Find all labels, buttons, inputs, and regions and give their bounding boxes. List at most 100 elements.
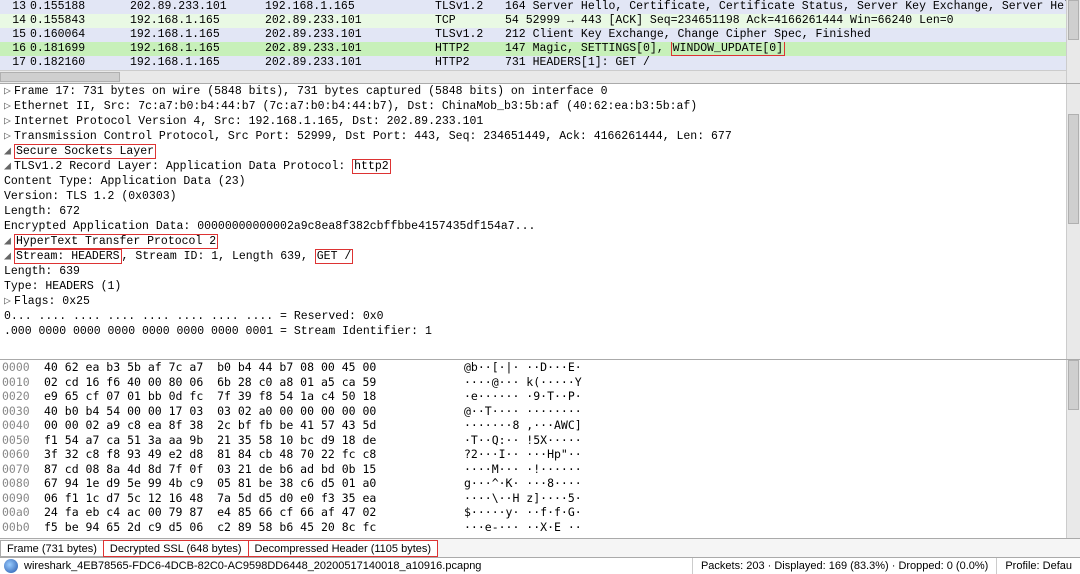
tab-frame-bytes[interactable]: Frame (731 bytes) bbox=[0, 540, 104, 557]
packet-list-hscroll[interactable] bbox=[0, 70, 1066, 83]
hex-offset: 0070 bbox=[0, 462, 44, 477]
expand-icon[interactable]: ▷ bbox=[4, 294, 14, 309]
tree-http2-sid[interactable]: .000 0000 0000 0000 0000 0000 0000 0001 … bbox=[0, 324, 1080, 339]
hex-row[interactable]: 00603f 32 c8 f8 93 49 e2 d8 81 84 cb 48 … bbox=[0, 447, 1080, 462]
hex-offset: 0060 bbox=[0, 447, 44, 462]
tree-ip[interactable]: ▷Internet Protocol Version 4, Src: 192.1… bbox=[0, 114, 1080, 129]
hex-ascii: $·····y· ··f·f·G· bbox=[464, 505, 582, 520]
col-time: 0.182160 bbox=[28, 56, 128, 70]
tree-http2[interactable]: ◢HyperText Transfer Protocol 2 bbox=[0, 234, 1080, 249]
hex-bytes: 24 fa eb c4 ac 00 79 87 e4 85 66 cf 66 a… bbox=[44, 505, 464, 520]
expand-icon[interactable]: ▷ bbox=[4, 99, 14, 114]
packet-list-vscroll[interactable] bbox=[1066, 0, 1080, 83]
hex-ascii: ·······8 ,···AWC] bbox=[464, 418, 582, 433]
hex-vscroll[interactable] bbox=[1066, 360, 1080, 538]
hex-offset: 0040 bbox=[0, 418, 44, 433]
hex-ascii: ·T··Q:·· !5X····· bbox=[464, 433, 582, 448]
packet-row[interactable]: 140.155843192.168.1.165202.89.233.101TCP… bbox=[0, 14, 1080, 28]
expert-info-icon[interactable] bbox=[4, 559, 18, 573]
tree-label: , Stream ID: 1, Length 639, bbox=[122, 250, 315, 263]
packet-row[interactable]: 170.182160192.168.1.165202.89.233.101HTT… bbox=[0, 56, 1080, 70]
tree-ssl-ct[interactable]: Content Type: Application Data (23) bbox=[0, 174, 1080, 189]
hex-row[interactable]: 003040 b0 b4 54 00 00 17 03 03 02 a0 00 … bbox=[0, 404, 1080, 419]
hex-row[interactable]: 0020e9 65 cf 07 01 bb 0d fc 7f 39 f8 54 … bbox=[0, 389, 1080, 404]
hex-row[interactable]: 007087 cd 08 8a 4d 8d 7f 0f 03 21 de b6 … bbox=[0, 462, 1080, 477]
collapse-icon[interactable]: ◢ bbox=[4, 144, 14, 159]
status-bar: wireshark_4EB78565-FDC6-4DCB-82C0-AC9598… bbox=[0, 557, 1080, 574]
status-profile[interactable]: Profile: Defau bbox=[996, 558, 1080, 574]
col-time: 0.155843 bbox=[28, 14, 128, 28]
tree-ethernet[interactable]: ▷Ethernet II, Src: 7c:a7:b0:b4:44:b7 (7c… bbox=[0, 99, 1080, 114]
hex-offset: 00b0 bbox=[0, 520, 44, 535]
packet-list-pane[interactable]: 130.155188202.89.233.101192.168.1.165TLS… bbox=[0, 0, 1080, 84]
col-time: 0.181699 bbox=[28, 42, 128, 56]
col-info: 212 Client Key Exchange, Change Cipher S… bbox=[503, 28, 1080, 42]
tree-http2-flags[interactable]: ▷Flags: 0x25 bbox=[0, 294, 1080, 309]
hex-row[interactable]: 000040 62 ea b3 5b af 7c a7 b0 b4 44 b7 … bbox=[0, 360, 1080, 375]
col-dst: 202.89.233.101 bbox=[263, 14, 433, 28]
tree-tcp[interactable]: ▷Transmission Control Protocol, Src Port… bbox=[0, 129, 1080, 144]
expand-icon[interactable]: ▷ bbox=[4, 129, 14, 144]
tree-http2-stream[interactable]: ◢Stream: HEADERS, Stream ID: 1, Length 6… bbox=[0, 249, 1080, 264]
collapse-icon[interactable]: ◢ bbox=[4, 159, 14, 174]
details-vscroll[interactable] bbox=[1066, 84, 1080, 359]
hex-ascii: @··T···· ········ bbox=[464, 404, 582, 419]
scroll-thumb[interactable] bbox=[1068, 0, 1079, 40]
tree-http2-len[interactable]: Length: 639 bbox=[0, 264, 1080, 279]
status-packet-counts: Packets: 203 · Displayed: 169 (83.3%) · … bbox=[692, 558, 996, 574]
tree-ssl-len[interactable]: Length: 672 bbox=[0, 204, 1080, 219]
hex-row[interactable]: 00b0f5 be 94 65 2d c9 d5 06 c2 89 58 b6 … bbox=[0, 520, 1080, 535]
tree-ssl-record[interactable]: ◢TLSv1.2 Record Layer: Application Data … bbox=[0, 159, 1080, 174]
packet-list-table[interactable]: 130.155188202.89.233.101192.168.1.165TLS… bbox=[0, 0, 1080, 70]
col-dst: 202.89.233.101 bbox=[263, 28, 433, 42]
packet-details-pane[interactable]: ▷Frame 17: 731 bytes on wire (5848 bits)… bbox=[0, 84, 1080, 360]
tree-ssl-ver[interactable]: Version: TLS 1.2 (0x0303) bbox=[0, 189, 1080, 204]
hex-row[interactable]: 009006 f1 1c d7 5c 12 16 48 7a 5d d5 d0 … bbox=[0, 491, 1080, 506]
tree-highlight: http2 bbox=[352, 159, 391, 174]
col-info: 54 52999 → 443 [ACK] Seq=234651198 Ack=4… bbox=[503, 14, 1080, 28]
collapse-icon[interactable]: ◢ bbox=[4, 234, 14, 249]
scroll-thumb[interactable] bbox=[0, 72, 120, 82]
col-num: 14 bbox=[0, 14, 28, 28]
hex-dump-pane[interactable]: 000040 62 ea b3 5b af 7c a7 b0 b4 44 b7 … bbox=[0, 360, 1080, 538]
tree-label: Frame 17: 731 bytes on wire (5848 bits),… bbox=[14, 85, 608, 98]
hex-row[interactable]: 001002 cd 16 f6 40 00 80 06 6b 28 c0 a8 … bbox=[0, 375, 1080, 390]
tree-highlight: Stream: HEADERS bbox=[14, 249, 122, 264]
col-time: 0.155188 bbox=[28, 0, 128, 14]
col-src: 192.168.1.165 bbox=[128, 28, 263, 42]
packet-row[interactable]: 160.181699192.168.1.165202.89.233.101HTT… bbox=[0, 42, 1080, 56]
hex-row[interactable]: 00a024 fa eb c4 ac 00 79 87 e4 85 66 cf … bbox=[0, 505, 1080, 520]
tab-decrypted-ssl[interactable]: Decrypted SSL (648 bytes) bbox=[103, 540, 249, 557]
packet-row[interactable]: 150.160064192.168.1.165202.89.233.101TLS… bbox=[0, 28, 1080, 42]
expand-icon[interactable]: ▷ bbox=[4, 84, 14, 99]
hex-offset: 0050 bbox=[0, 433, 44, 448]
hex-offset: 00a0 bbox=[0, 505, 44, 520]
col-proto: TCP bbox=[433, 14, 503, 28]
tree-ssl[interactable]: ◢Secure Sockets Layer bbox=[0, 144, 1080, 159]
packet-row[interactable]: 130.155188202.89.233.101192.168.1.165TLS… bbox=[0, 0, 1080, 14]
tree-highlight: GET / bbox=[315, 249, 354, 264]
tab-decompressed-header[interactable]: Decompressed Header (1105 bytes) bbox=[248, 540, 439, 557]
hex-row[interactable]: 008067 94 1e d9 5e 99 4b c9 05 81 be 38 … bbox=[0, 476, 1080, 491]
col-proto: HTTP2 bbox=[433, 56, 503, 70]
col-proto: TLSv1.2 bbox=[433, 28, 503, 42]
hex-row[interactable]: 0050f1 54 a7 ca 51 3a aa 9b 21 35 58 10 … bbox=[0, 433, 1080, 448]
hex-offset: 0010 bbox=[0, 375, 44, 390]
hex-bytes: 40 b0 b4 54 00 00 17 03 03 02 a0 00 00 0… bbox=[44, 404, 464, 419]
tree-frame[interactable]: ▷Frame 17: 731 bytes on wire (5848 bits)… bbox=[0, 84, 1080, 99]
col-num: 17 bbox=[0, 56, 28, 70]
tree-label: Flags: 0x25 bbox=[14, 295, 90, 308]
hex-ascii: @b··[·|· ··D···E· bbox=[464, 360, 582, 375]
scroll-thumb[interactable] bbox=[1068, 360, 1079, 410]
collapse-icon[interactable]: ◢ bbox=[4, 249, 14, 264]
tree-http2-type[interactable]: Type: HEADERS (1) bbox=[0, 279, 1080, 294]
tree-label: 0... .... .... .... .... .... .... .... … bbox=[4, 310, 384, 323]
tree-http2-reserved[interactable]: 0... .... .... .... .... .... .... .... … bbox=[0, 309, 1080, 324]
tree-ssl-enc[interactable]: Encrypted Application Data: 000000000000… bbox=[0, 219, 1080, 234]
col-num: 15 bbox=[0, 28, 28, 42]
hex-row[interactable]: 004000 00 02 a9 c8 ea 8f 38 2c bf fb be … bbox=[0, 418, 1080, 433]
hex-bytes: 40 62 ea b3 5b af 7c a7 b0 b4 44 b7 08 0… bbox=[44, 360, 464, 375]
scroll-thumb[interactable] bbox=[1068, 114, 1079, 224]
expand-icon[interactable]: ▷ bbox=[4, 114, 14, 129]
tree-label: Encrypted Application Data: 000000000000… bbox=[4, 220, 535, 233]
